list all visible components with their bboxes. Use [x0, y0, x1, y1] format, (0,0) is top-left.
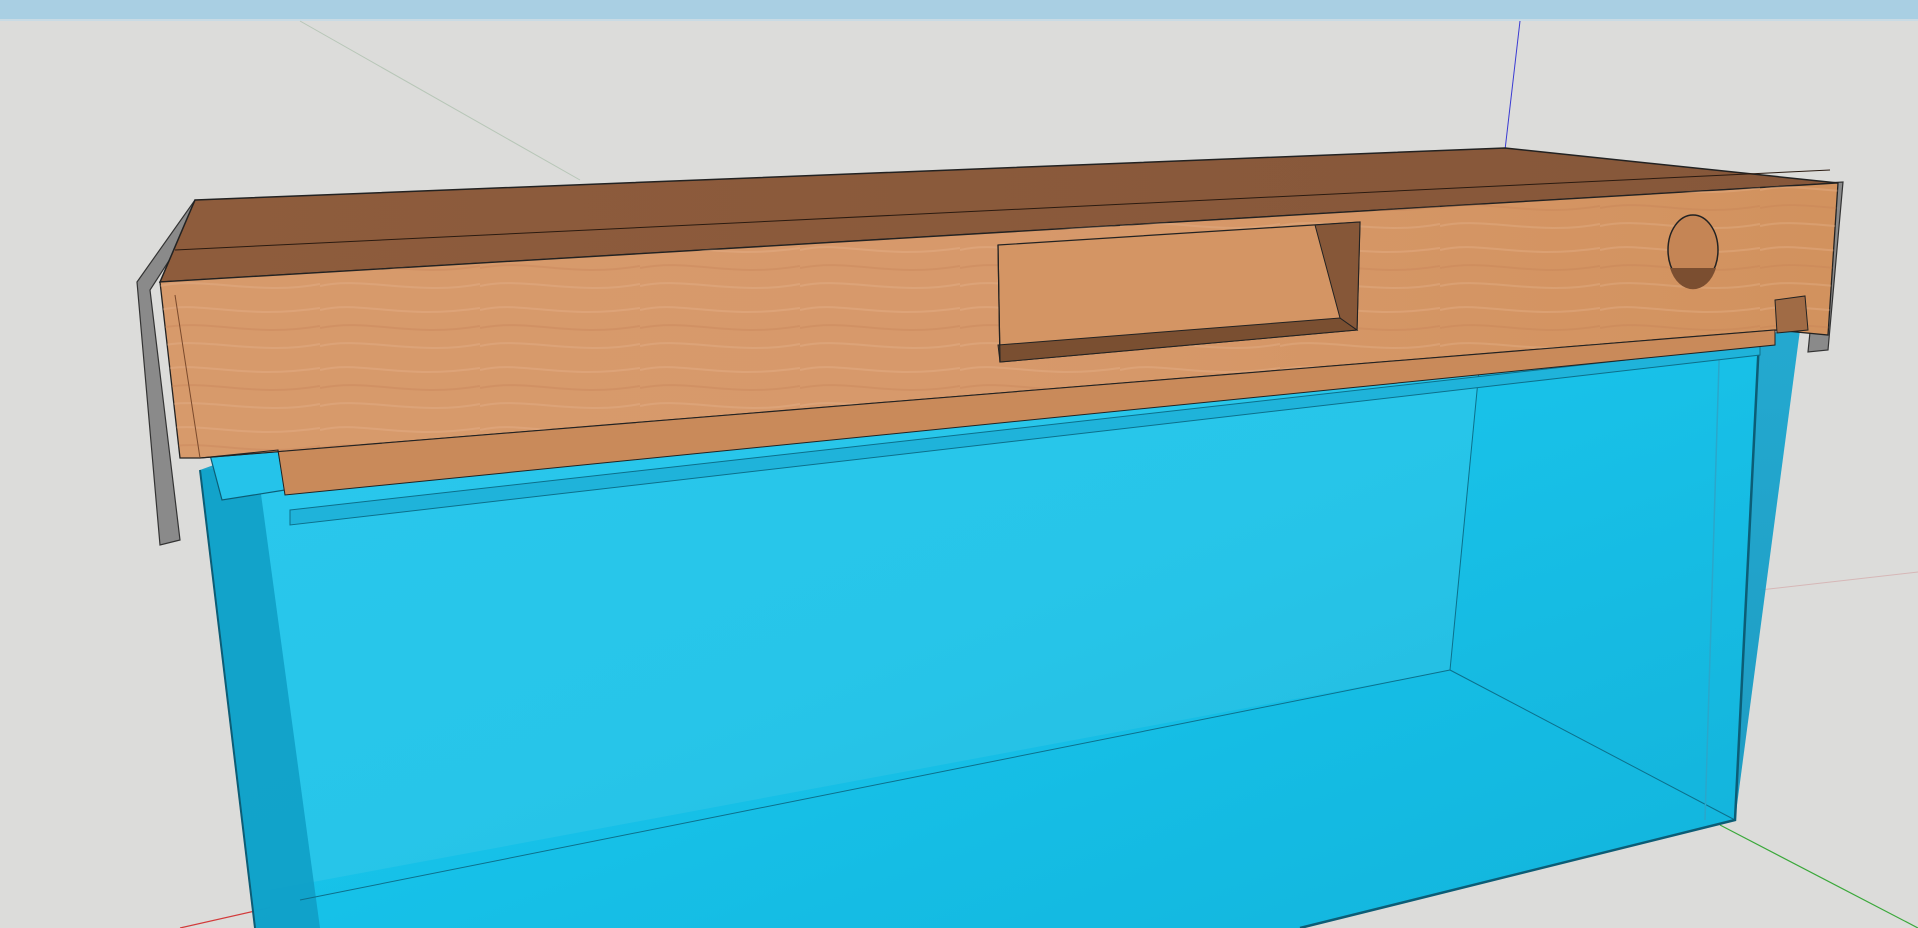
blue-axis-line [1504, 20, 1521, 151]
green-axis-guide-line [299, 20, 581, 181]
red-axis-guide-line [1759, 571, 1918, 591]
modeling-viewport[interactable] [0, 0, 1918, 928]
viewport-canvas[interactable] [0, 0, 1918, 928]
canopy-right-notch [1774, 295, 1809, 334]
toolbar-strip-edge [0, 19, 1918, 21]
toolbar-strip [0, 0, 1918, 19]
green-axis-line [1719, 824, 1918, 928]
round-cutout[interactable] [1667, 214, 1719, 290]
